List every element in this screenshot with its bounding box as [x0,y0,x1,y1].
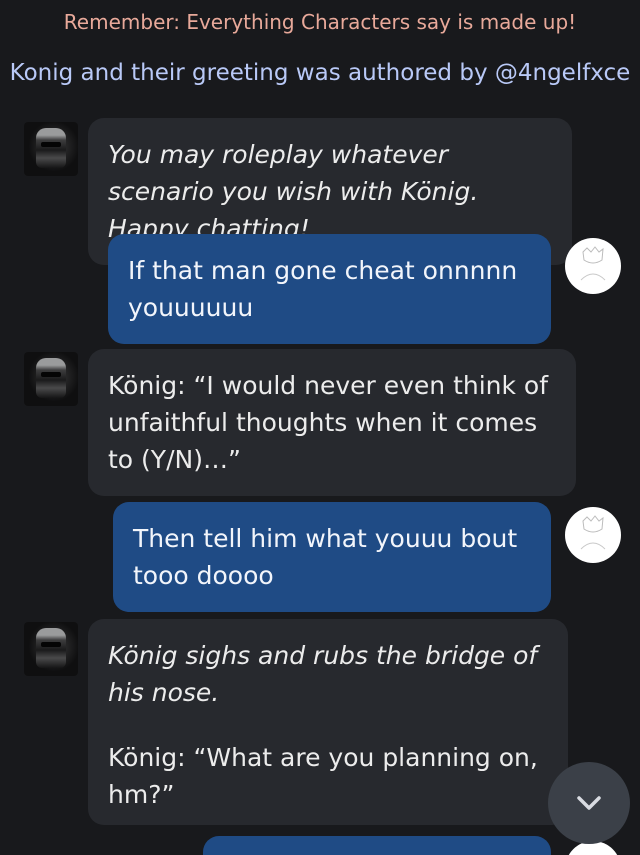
sketch-icon [580,246,606,281]
user-message-bubble[interactable]: Then tell him what youuu bout tooo doooo [113,502,551,612]
action-text: König sighs and rubs the bridge of his n… [108,641,538,707]
message-text: König: “I would never even think of unfa… [108,371,549,474]
sketch-icon [580,515,606,550]
scroll-to-bottom-button[interactable] [548,762,630,844]
chevron-down-icon [577,796,601,810]
user-avatar[interactable] [565,507,621,563]
message-text: König: “What are you planning on, hm?” [108,743,538,809]
user-message-bubble[interactable]: If that man gone cheat onnnnn youuuuuu [108,234,551,344]
message-text: Then tell him what youuu bout tooo doooo [133,524,518,590]
bot-avatar[interactable] [24,622,78,676]
message-text: If that man gone cheat onnnnn youuuuuu [128,256,518,322]
bot-message-bubble[interactable]: König: “I would never even think of unfa… [88,349,576,496]
bot-message-bubble[interactable]: König sighs and rubs the bridge of his n… [88,619,568,825]
author-notice: Konig and their greeting was authored by… [9,60,631,86]
remember-notice: Remember: Everything Characters say is m… [63,10,577,34]
user-avatar[interactable] [565,238,621,294]
user-message-bubble[interactable] [203,836,551,855]
message-text: You may roleplay whatever scenario you w… [108,140,479,243]
bot-avatar[interactable] [24,352,78,406]
bot-avatar[interactable] [24,122,78,176]
